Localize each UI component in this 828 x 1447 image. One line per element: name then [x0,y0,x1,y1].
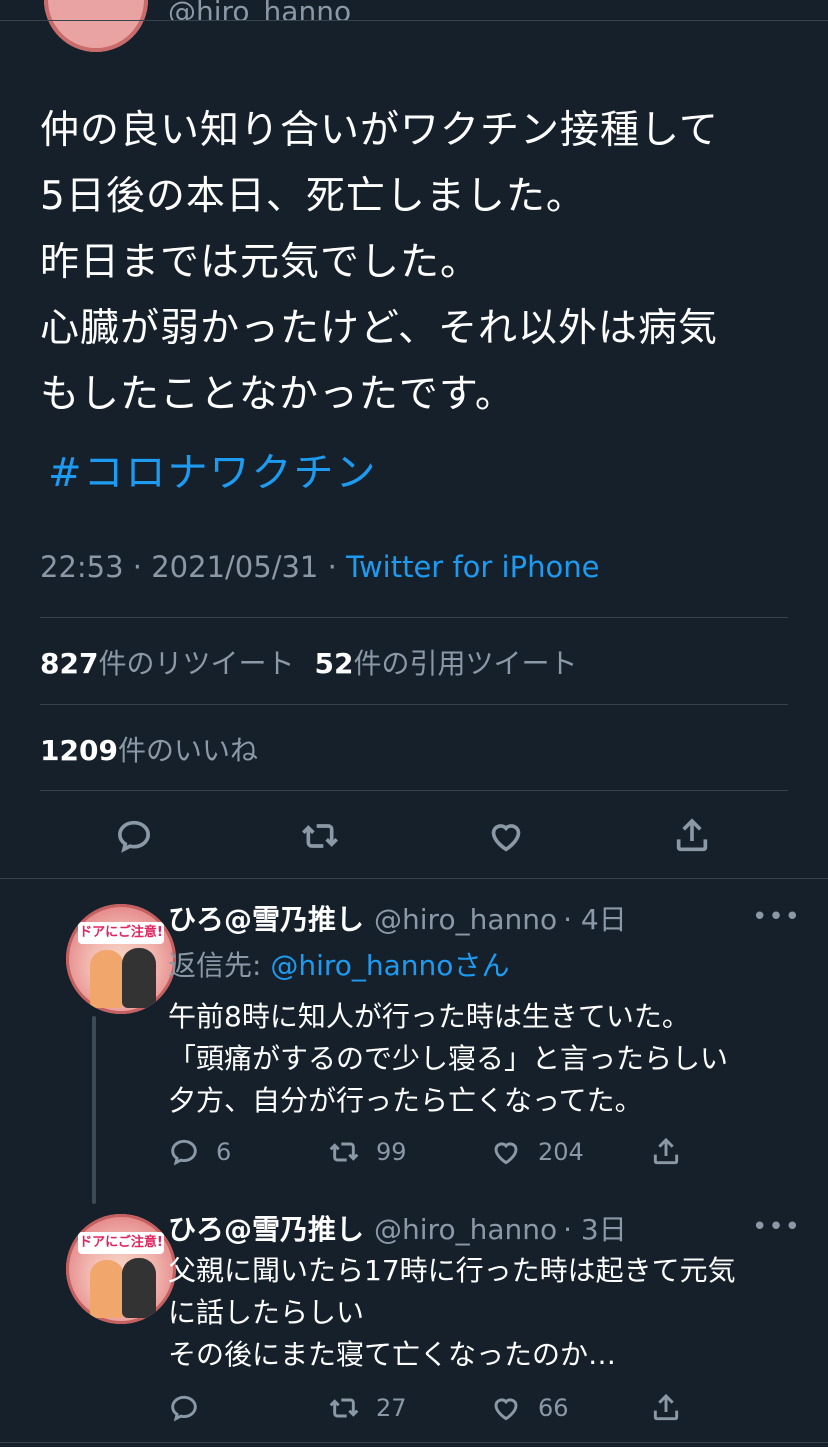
reply-avatar[interactable]: ドアにご注意! [66,904,176,1014]
like-count: 204 [538,1138,584,1166]
quotes-count: 52 [314,647,354,680]
like-icon [494,1142,518,1165]
replying-to-link[interactable]: @hiro_hannoさん [270,949,509,982]
bottom-divider [0,1442,828,1443]
tweet-author-header: @hiro_hanno [0,0,828,56]
reply-button[interactable] [168,1388,216,1428]
share-icon[interactable] [670,814,714,858]
tweet-text: 仲の良い知り合いがワクチン接種して 5日後の本日、死亡しました。 昨日までは元気… [40,108,719,417]
avatar-banner-text: ドアにご注意! [78,1232,164,1254]
retweet-button[interactable]: 99 [328,1132,407,1172]
like-icon[interactable] [484,814,528,858]
share-icon [653,1393,679,1421]
like-button[interactable]: 204 [490,1132,584,1172]
tweet-action-bar [0,800,828,874]
retweets-stat[interactable]: 827件のリツイート [40,647,294,680]
share-icon [653,1137,679,1165]
quotes-label: 件の引用ツイート [353,647,578,680]
reply-time: · 3日 [563,1213,627,1246]
reply-action-bar: 6 99 204 [168,1132,728,1172]
likes-stat[interactable]: 1209件のいいね [40,729,258,769]
share-button[interactable] [650,1388,698,1428]
thread-connector [92,1016,96,1204]
like-button[interactable]: 66 [490,1388,569,1428]
reply-author-handle: @hiro_hanno [374,1213,558,1246]
reply-icon [171,1139,197,1166]
reply-author[interactable]: ひろ@雪乃推し @hiro_hanno · 4日 [168,898,627,938]
reply-action-bar: 27 66 [168,1388,728,1428]
reply-author-handle: @hiro_hanno [374,903,558,936]
reply-button[interactable]: 6 [168,1132,231,1172]
likes-count: 1209 [40,734,118,767]
reply-count: 6 [216,1138,232,1166]
tweet-source-link[interactable]: Twitter for iPhone [346,550,599,584]
divider [40,790,788,791]
replying-to-handle: @hiro_hanno [270,949,454,982]
like-icon [494,1398,518,1421]
reply-author-name: ひろ@雪乃推し [168,903,365,936]
more-options-icon[interactable]: ••• [752,1212,801,1242]
replying-to-suffix: さん [453,949,510,982]
header-divider [0,20,828,21]
hashtag-link[interactable]: #コロナワクチン [48,440,378,498]
replying-to-prefix: 返信先: [168,949,271,982]
retweet-icon [329,1142,359,1162]
divider [40,704,788,705]
reply-author-name: ひろ@雪乃推し [168,1213,365,1246]
avatar-banner-text: ドアにご注意! [78,922,164,944]
retweet-count: 27 [376,1394,407,1422]
retweet-count: 99 [376,1138,407,1166]
like-count: 66 [538,1394,569,1422]
reply-avatar[interactable]: ドアにご注意! [66,1214,176,1324]
reply-text: 午前8時に知人が行った時は生きていた。 「頭痛がするので少し寝る」と言ったらしい… [168,1000,729,1117]
divider [40,617,788,618]
section-divider [0,878,828,879]
author-handle[interactable]: @hiro_hanno [168,0,351,20]
retweet-icon[interactable] [298,814,342,858]
tweet-meta: 22:53 · 2021/05/31 · Twitter for iPhone [40,550,599,584]
reply-icon[interactable] [112,814,156,858]
replying-to: 返信先: @hiro_hannoさん [168,944,509,984]
reply-text: 父親に聞いたら17時に行った時は起きて元気 に話したらしい その後にまた寝て亡く… [168,1254,736,1371]
quotes-stat[interactable]: 52件の引用ツイート [314,647,577,680]
tweet-timestamp: 22:53 · 2021/05/31 · [40,550,347,584]
reply-time: · 4日 [563,903,627,936]
retweet-button[interactable]: 27 [328,1388,407,1428]
reply-icon [171,1395,197,1422]
reply-author[interactable]: ひろ@雪乃推し @hiro_hanno · 3日 [168,1208,627,1248]
tweet-stats-row: 827件のリツイート 52件の引用ツイート [40,642,577,682]
likes-label: 件のいいね [117,734,258,767]
author-avatar[interactable] [44,0,148,52]
retweets-count: 827 [40,647,99,680]
retweets-label: 件のリツイート [98,647,295,680]
retweet-icon [329,1398,359,1418]
more-options-icon[interactable]: ••• [752,902,801,932]
share-button[interactable] [650,1132,698,1172]
